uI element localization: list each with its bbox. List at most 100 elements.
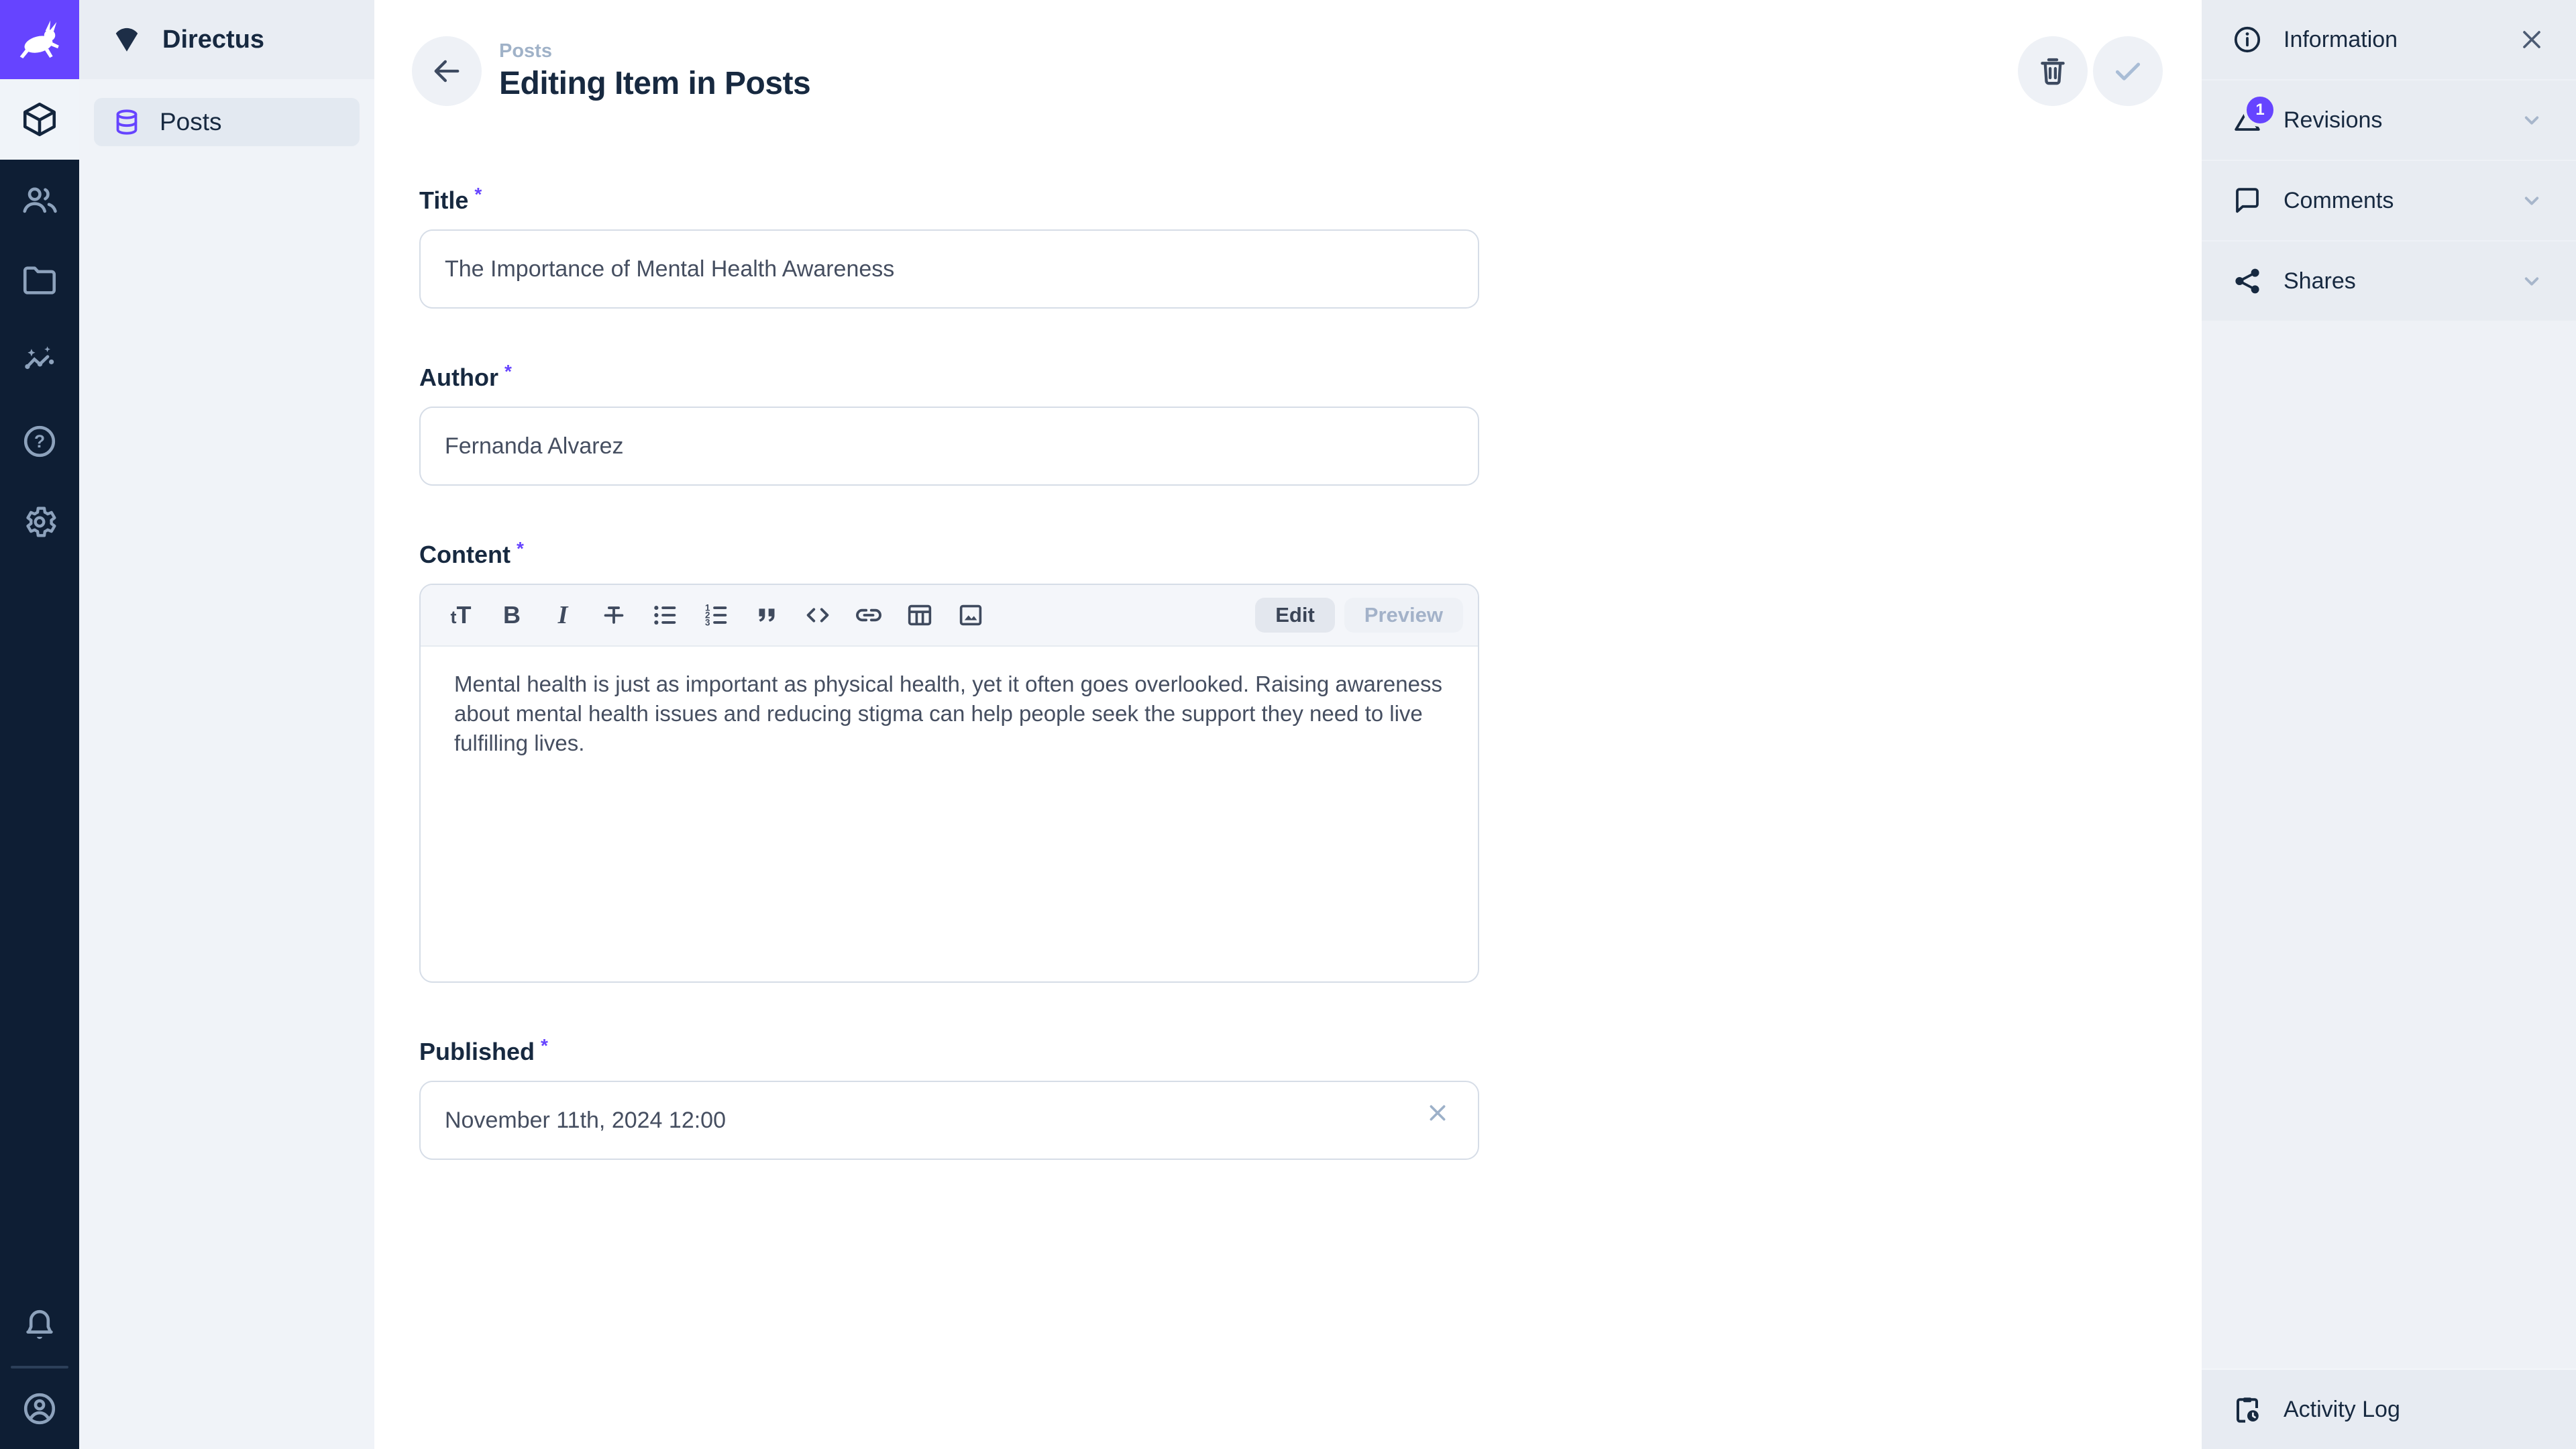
nav-item-posts[interactable]: Posts bbox=[94, 98, 360, 146]
field-content: Content* tT B I bbox=[419, 541, 1479, 983]
module-item-help[interactable]: ? bbox=[0, 401, 79, 482]
bold-icon: B bbox=[503, 603, 521, 627]
directus-logo[interactable] bbox=[0, 0, 79, 79]
delete-button[interactable] bbox=[2018, 36, 2088, 106]
required-asterisk: * bbox=[474, 184, 482, 205]
project-switcher[interactable]: Directus bbox=[79, 0, 374, 79]
content-textarea[interactable]: Mental health is just as important as ph… bbox=[421, 647, 1478, 981]
info-icon bbox=[2231, 23, 2263, 56]
users-icon bbox=[20, 180, 59, 219]
save-button[interactable] bbox=[2093, 36, 2163, 106]
toolbar-blockquote-button[interactable] bbox=[741, 590, 792, 641]
module-item-settings[interactable] bbox=[0, 482, 79, 562]
folder-icon bbox=[20, 261, 59, 300]
tab-edit[interactable]: Edit bbox=[1255, 598, 1335, 633]
link-icon bbox=[853, 600, 884, 631]
field-author-label: Author* bbox=[419, 364, 1479, 392]
toolbar-bulleted-list-button[interactable] bbox=[639, 590, 690, 641]
database-icon bbox=[111, 107, 142, 138]
chevron-down-icon[interactable] bbox=[2517, 266, 2546, 296]
strikethrough-icon bbox=[598, 600, 629, 631]
account-button[interactable] bbox=[0, 1368, 79, 1449]
insights-icon bbox=[20, 341, 59, 380]
author-input[interactable] bbox=[419, 407, 1479, 486]
sidebar-section-comments[interactable]: Comments bbox=[2202, 161, 2576, 241]
toolbar-table-button[interactable] bbox=[894, 590, 945, 641]
field-content-label: Content* bbox=[419, 541, 1479, 569]
published-input[interactable] bbox=[419, 1081, 1479, 1160]
module-item-insights[interactable] bbox=[0, 321, 79, 401]
box-icon bbox=[20, 100, 59, 139]
activity-log-icon bbox=[2231, 1393, 2263, 1426]
close-icon bbox=[2517, 25, 2546, 54]
required-asterisk: * bbox=[504, 361, 512, 382]
comment-icon bbox=[2231, 184, 2263, 217]
sidebar-section-shares[interactable]: Shares bbox=[2202, 241, 2576, 322]
sidebar-section-label: Revisions bbox=[2284, 107, 2382, 133]
module-bar: ? bbox=[0, 0, 79, 1449]
item-form: Title* Author* Content* tT B bbox=[419, 186, 1479, 1160]
italic-icon: I bbox=[558, 602, 568, 628]
bulleted-list-icon bbox=[649, 600, 680, 631]
sidebar-section-revisions[interactable]: 1 Revisions bbox=[2202, 80, 2576, 161]
page-header: Posts Editing Item in Posts bbox=[374, 0, 2202, 106]
clear-date-button[interactable] bbox=[1416, 1091, 1459, 1134]
arrow-left-icon bbox=[429, 54, 464, 89]
sidebar-section-label: Comments bbox=[2284, 188, 2394, 214]
editor-toolbar: tT B I bbox=[421, 585, 1478, 647]
notifications-button[interactable] bbox=[0, 1285, 79, 1366]
required-asterisk: * bbox=[517, 538, 524, 559]
close-icon bbox=[1424, 1099, 1452, 1127]
title-input[interactable] bbox=[419, 229, 1479, 309]
field-author: Author* bbox=[419, 364, 1479, 486]
bell-icon bbox=[20, 1306, 59, 1345]
close-sidebar-button[interactable] bbox=[2517, 25, 2546, 54]
sidebar-section-label: Shares bbox=[2284, 268, 2356, 294]
nav-item-label: Posts bbox=[160, 108, 222, 136]
module-item-files[interactable] bbox=[0, 240, 79, 321]
toolbar-bold-button[interactable]: B bbox=[486, 590, 537, 641]
required-asterisk: * bbox=[541, 1035, 548, 1056]
project-name: Directus bbox=[162, 25, 264, 54]
project-fan-icon bbox=[110, 23, 144, 56]
toolbar-heading-button[interactable]: tT bbox=[435, 590, 486, 641]
tab-preview[interactable]: Preview bbox=[1344, 598, 1463, 633]
table-icon bbox=[904, 600, 935, 631]
svg-text:3: 3 bbox=[705, 617, 710, 627]
page-title: Editing Item in Posts bbox=[499, 65, 810, 102]
numbered-list-icon: 123 bbox=[700, 600, 731, 631]
toolbar-code-button[interactable] bbox=[792, 590, 843, 641]
gear-icon bbox=[20, 502, 59, 541]
help-icon: ? bbox=[20, 422, 59, 461]
toolbar-link-button[interactable] bbox=[843, 590, 894, 641]
chevron-down-icon[interactable] bbox=[2517, 186, 2546, 215]
markdown-editor: tT B I bbox=[419, 584, 1479, 983]
quote-icon bbox=[751, 600, 782, 631]
toolbar-strikethrough-button[interactable] bbox=[588, 590, 639, 641]
toolbar-numbered-list-button[interactable]: 123 bbox=[690, 590, 741, 641]
breadcrumb[interactable]: Posts bbox=[499, 40, 810, 62]
toolbar-image-button[interactable] bbox=[945, 590, 996, 641]
module-item-content[interactable] bbox=[0, 79, 79, 160]
detail-sidebar: Information 1 Revisions Comments bbox=[2202, 0, 2576, 1449]
activity-log-label: Activity Log bbox=[2284, 1397, 2400, 1423]
check-icon bbox=[2110, 54, 2145, 89]
chevron-down-icon[interactable] bbox=[2517, 105, 2546, 135]
editor-mode-tabs: Edit Preview bbox=[1255, 598, 1463, 633]
back-button[interactable] bbox=[412, 36, 482, 106]
sidebar-empty-area bbox=[2202, 322, 2576, 1368]
svg-text:?: ? bbox=[34, 431, 45, 451]
module-item-users[interactable] bbox=[0, 160, 79, 240]
image-icon bbox=[955, 600, 986, 631]
field-title-label: Title* bbox=[419, 186, 1479, 215]
rabbit-icon bbox=[14, 14, 65, 65]
sidebar-section-information[interactable]: Information bbox=[2202, 0, 2576, 80]
main-content: Posts Editing Item in Posts Title* bbox=[374, 0, 2202, 1449]
revisions-count-badge: 1 bbox=[2243, 93, 2277, 127]
share-icon bbox=[2231, 265, 2263, 297]
field-title: Title* bbox=[419, 186, 1479, 309]
field-published-label: Published* bbox=[419, 1038, 1479, 1066]
heading-icon: tT bbox=[451, 603, 472, 627]
activity-log-button[interactable]: Activity Log bbox=[2202, 1368, 2576, 1449]
toolbar-italic-button[interactable]: I bbox=[537, 590, 588, 641]
